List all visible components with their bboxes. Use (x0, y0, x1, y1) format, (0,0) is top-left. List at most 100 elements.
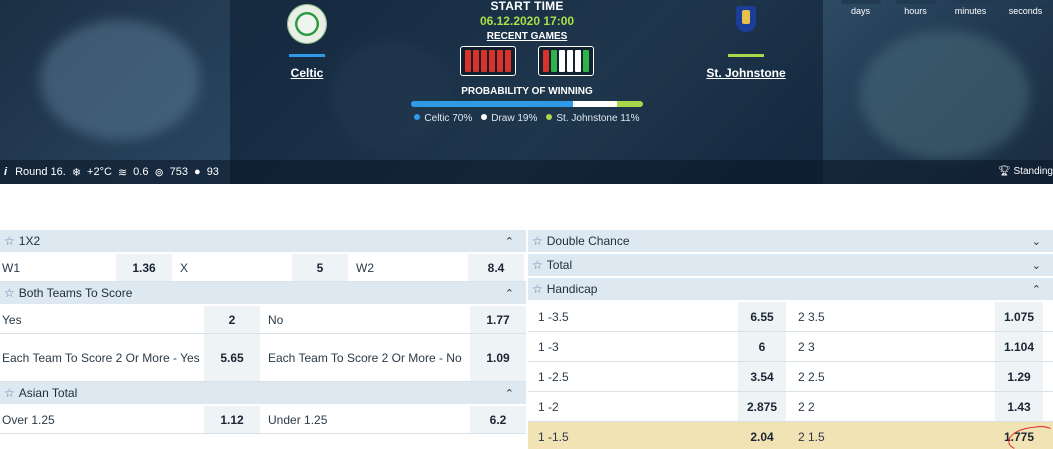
star-icon[interactable]: ☆ (532, 258, 543, 272)
market-row: 1 -2 2.875 2 2 1.43 (528, 392, 1053, 422)
celtic-logo (287, 4, 327, 44)
star-icon[interactable]: ☆ (4, 234, 15, 248)
bet-label[interactable]: Each Team To Score 2 Or More - Yes (0, 351, 204, 365)
form-result (505, 50, 511, 72)
bet-odd[interactable]: 3.54 (738, 362, 786, 391)
bet-odd[interactable]: 1.12 (204, 406, 260, 433)
match-info-strip: i Round 16. ❄ +2°C ≋ 0.6 ⊚ 753 ● 93 🏆︎ S… (0, 160, 1053, 184)
standings-link[interactable]: 🏆︎ Standing (998, 166, 1053, 177)
star-icon[interactable]: ☆ (4, 386, 15, 400)
bet-label[interactable]: Over 1.25 (0, 413, 204, 427)
legend-item: St. Johnstone 11% (546, 113, 640, 124)
bet-odd[interactable]: 2 (204, 306, 260, 333)
form-result (489, 50, 495, 72)
bet-label[interactable]: 2 2.5 (786, 370, 995, 384)
bet-label[interactable]: W2 (348, 261, 468, 275)
home-team[interactable]: Celtic (237, 4, 377, 80)
legend-label: Draw 19% (491, 113, 538, 124)
bet-label[interactable]: W1 (0, 261, 116, 275)
countdown-timer: days hours minutes seconds (833, 0, 1053, 20)
legend-dot (481, 114, 488, 120)
bet-label[interactable]: 1 -1.5 (528, 430, 738, 444)
match-center: START TIME 06.12.2020 17:00 RECENT GAMES… (407, 0, 647, 124)
bet-label[interactable]: 1 -2.5 (528, 370, 738, 384)
bet-odd[interactable]: 5.65 (204, 334, 260, 381)
recent-games-link[interactable]: RECENT GAMES (407, 31, 647, 42)
start-time-label: START TIME (490, 0, 564, 13)
bet-label[interactable]: No (260, 313, 470, 327)
bet-odd[interactable]: 1.104 (995, 332, 1043, 361)
market-header-handicap[interactable]: ☆ Handicap ⌃ (528, 278, 1053, 302)
legend-dot (546, 114, 553, 120)
away-form[interactable] (538, 46, 594, 76)
probability-bar (411, 101, 643, 107)
bet-odd[interactable]: 1.43 (995, 392, 1043, 421)
trophy-icon: 🏆︎ (998, 166, 1014, 177)
star-icon[interactable]: ☆ (532, 234, 543, 248)
market-row: 1 -2.5 3.54 2 2.5 1.29 (528, 362, 1053, 392)
background-blur (40, 20, 200, 140)
away-team-name[interactable]: St. Johnstone (676, 66, 816, 80)
timer-hours: hours (888, 0, 943, 20)
chevron-up-icon[interactable]: ⌃ (505, 287, 514, 300)
bet-label[interactable]: X (172, 261, 292, 275)
market-row: 1 -3 6 2 3 1.104 (528, 332, 1053, 362)
bet-odd[interactable]: 8.4 (468, 254, 524, 281)
market-header-1x2[interactable]: ☆ 1X2 ⌃ (0, 230, 526, 254)
bet-label[interactable]: 2 3 (786, 340, 995, 354)
form-result (465, 50, 471, 72)
bet-odd[interactable]: 6.55 (738, 302, 786, 331)
market-title: Both Teams To Score (18, 286, 133, 300)
bet-label[interactable]: 1 -3 (528, 340, 738, 354)
bet-odd[interactable]: 6.2 (470, 406, 526, 433)
market-row: Each Team To Score 2 Or More - Yes 5.65 … (0, 334, 526, 382)
chevron-down-icon[interactable]: ⌄ (1032, 235, 1041, 248)
form-result (583, 50, 589, 72)
probability-segment (573, 101, 618, 107)
bet-label[interactable]: 1 -2 (528, 400, 738, 414)
bet-odd[interactable]: 6 (738, 332, 786, 361)
timer-days: days (833, 0, 888, 20)
legend-label: St. Johnstone 11% (556, 113, 640, 124)
bet-odd[interactable]: 1.36 (116, 254, 172, 281)
bet-odd[interactable]: 1.77 (470, 306, 526, 333)
star-icon[interactable]: ☆ (532, 282, 543, 296)
bet-odd[interactable]: 5 (292, 254, 348, 281)
bet-label[interactable]: Yes (0, 313, 204, 327)
chevron-down-icon[interactable]: ⌄ (1032, 259, 1041, 272)
away-team[interactable]: St. Johnstone (676, 4, 816, 80)
form-result (559, 50, 565, 72)
info-icon[interactable]: i (4, 166, 7, 178)
st-johnstone-logo (726, 4, 766, 44)
market-header-btts[interactable]: ☆ Both Teams To Score ⌃ (0, 282, 526, 306)
bet-label[interactable]: 1 -3.5 (528, 310, 738, 324)
temperature: +2°C (87, 166, 112, 178)
market-header-total[interactable]: ☆ Total ⌄ (528, 254, 1053, 278)
right-markets: ☆ Double Chance ⌄ ☆ Total ⌄ ☆ Handicap ⌃… (528, 230, 1053, 449)
bet-label[interactable]: 2 3.5 (786, 310, 995, 324)
probability-legend: Celtic 70% Draw 19% St. Johnstone 11% (407, 113, 647, 124)
market-header-asian-total[interactable]: ☆ Asian Total ⌃ (0, 382, 526, 406)
bet-label[interactable]: Each Team To Score 2 Or More - No (260, 351, 470, 365)
bet-odd[interactable]: 1.09 (470, 334, 526, 381)
home-team-bar (289, 54, 325, 57)
home-form[interactable] (460, 46, 516, 76)
bet-odd[interactable]: 1.29 (995, 362, 1043, 391)
market-row: Yes 2 No 1.77 (0, 306, 526, 334)
match-hero: days hours minutes seconds Celtic START … (0, 0, 1053, 184)
legend-item: Celtic 70% (414, 113, 472, 124)
bet-label[interactable]: Under 1.25 (260, 413, 470, 427)
probability-segment (617, 101, 643, 107)
bet-label[interactable]: 2 2 (786, 400, 995, 414)
star-icon[interactable]: ☆ (4, 286, 15, 300)
home-team-name[interactable]: Celtic (237, 66, 377, 80)
market-header-double-chance[interactable]: ☆ Double Chance ⌄ (528, 230, 1053, 254)
bet-odd[interactable]: 1.075 (995, 302, 1043, 331)
bet-odd[interactable]: 2.875 (738, 392, 786, 421)
chevron-up-icon[interactable]: ⌃ (505, 235, 514, 248)
chevron-up-icon[interactable]: ⌃ (1032, 283, 1041, 296)
chevron-up-icon[interactable]: ⌃ (505, 387, 514, 400)
bet-label[interactable]: 2 1.5 (786, 430, 995, 444)
standings-label: Standing (1013, 166, 1053, 177)
bet-odd[interactable]: 2.04 (738, 422, 786, 449)
